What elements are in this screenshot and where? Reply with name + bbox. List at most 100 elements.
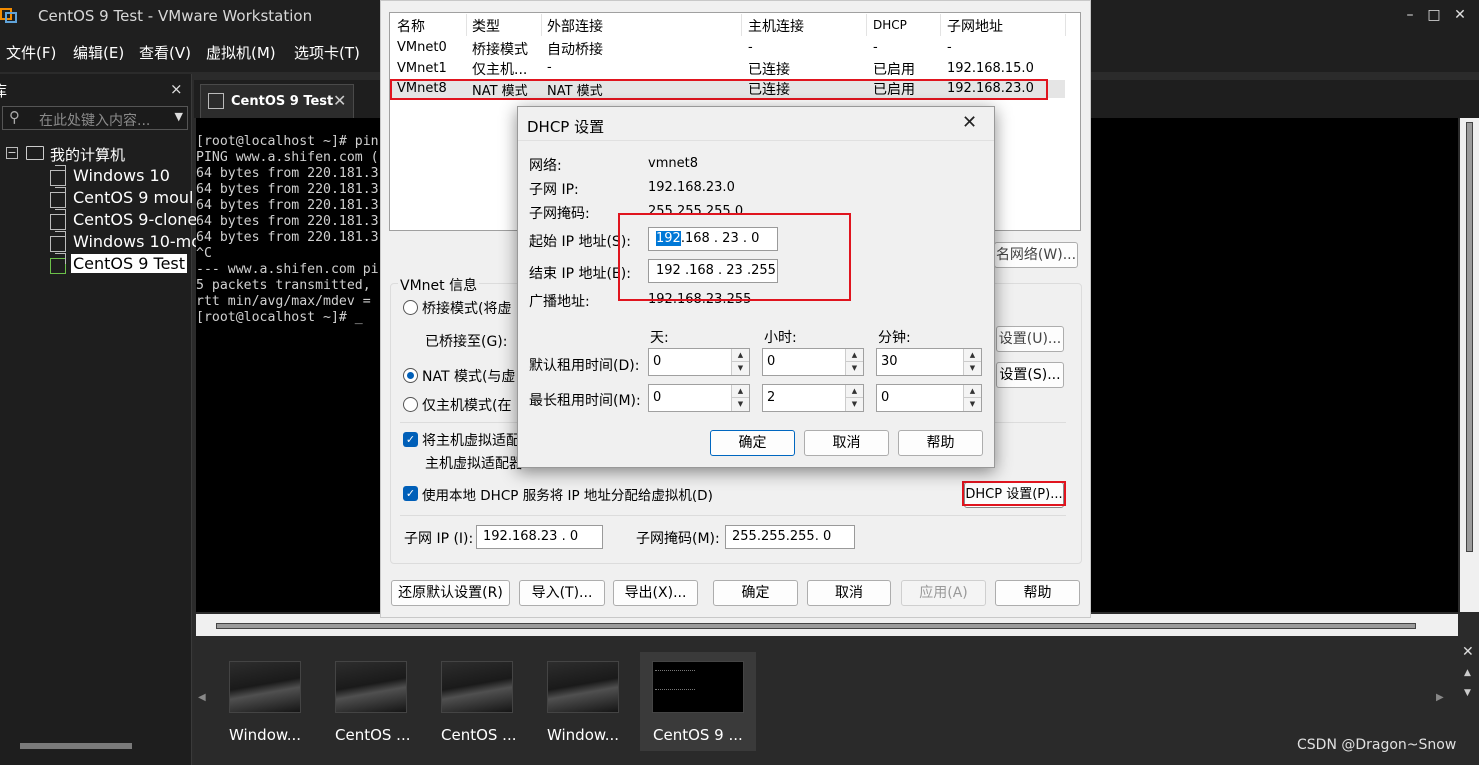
chevron-down-icon[interactable]: ▼ — [175, 110, 183, 123]
column-header-host[interactable]: 主机连接 — [748, 16, 804, 36]
max-lease-minutes-stepper[interactable]: 0 ▲ ▼ — [876, 384, 982, 412]
thumbbar-close-icon[interactable]: ✕ — [1462, 644, 1474, 660]
rename-network-button[interactable]: 名网络(W)... — [994, 242, 1078, 268]
library-search-input[interactable]: ⚲ 在此处键入内容... ▼ — [2, 106, 188, 130]
tree-root-my-computer[interactable]: 我的计算机 — [50, 144, 125, 165]
column-header-subnet[interactable]: 子网地址 — [947, 16, 1003, 36]
minimize-icon[interactable]: – — [1398, 4, 1422, 26]
vm-thumbnail[interactable] — [441, 661, 513, 713]
library-close-icon[interactable]: × — [170, 80, 183, 98]
tree-item-vm[interactable]: CentOS 9-clone — [73, 210, 197, 229]
default-lease-hours-stepper[interactable]: 0 ▲ ▼ — [762, 348, 864, 376]
table-cell[interactable]: 已启用 — [873, 59, 915, 79]
use-dhcp-checkbox[interactable]: ✓ — [403, 486, 418, 501]
close-icon[interactable]: ✕ — [1448, 4, 1472, 26]
console-vertical-scrollbar[interactable] — [1460, 118, 1479, 612]
column-header-name[interactable]: 名称 — [397, 16, 425, 36]
spin-up-icon: ▲ — [963, 349, 981, 362]
default-lease-days-stepper[interactable]: 0 ▲ ▼ — [648, 348, 750, 376]
days-header: 天: — [650, 330, 669, 346]
tab-centos-9-test[interactable]: CentOS 9 Test ✕ — [200, 84, 354, 118]
table-cell[interactable]: 自动桥接 — [547, 39, 603, 59]
max-lease-days-stepper[interactable]: 0 ▲ ▼ — [648, 384, 750, 412]
menu-tabs[interactable]: 选项卡(T) — [294, 42, 360, 63]
tree-collapse-icon[interactable]: − — [6, 147, 18, 159]
table-cell[interactable]: VMnet1 — [397, 61, 447, 76]
auto-settings-button[interactable]: 设置(U)... — [996, 326, 1064, 352]
table-cell[interactable]: 已连接 — [748, 59, 790, 79]
dhcp-close-icon[interactable]: ✕ — [962, 112, 977, 133]
dhcp-ok-button[interactable]: 确定 — [710, 430, 795, 456]
bridge-mode-radio[interactable] — [403, 300, 418, 315]
annotation-highlight-row — [390, 79, 1048, 100]
host-only-radio[interactable] — [403, 397, 418, 412]
table-cell[interactable]: 桥接模式 — [472, 39, 528, 59]
broadcast-label: 广播地址: — [529, 294, 590, 310]
tab-close-icon[interactable]: ✕ — [333, 91, 346, 110]
table-cell[interactable]: 仅主机... — [472, 59, 527, 79]
scroll-right-icon[interactable]: ▶ — [1436, 692, 1444, 703]
menu-edit[interactable]: 编辑(E) — [73, 42, 124, 63]
vm-thumbnail-label: CentOS 9 ... — [653, 726, 743, 744]
scroll-down-icon[interactable]: ▼ — [1464, 688, 1471, 698]
tree-item-vm[interactable]: Windows 10 — [73, 166, 170, 185]
connect-adapter-label[interactable]: 将主机虚拟适配 — [422, 430, 520, 450]
column-header-external[interactable]: 外部连接 — [547, 16, 603, 36]
vm-thumbnail[interactable] — [335, 661, 407, 713]
network-cancel-button[interactable]: 取消 — [807, 580, 891, 606]
column-header-dhcp[interactable]: DHCP — [873, 18, 907, 32]
maximize-icon[interactable]: □ — [1422, 4, 1446, 26]
library-title: 库 — [0, 80, 7, 101]
table-cell[interactable]: VMnet0 — [397, 40, 447, 55]
table-cell[interactable]: - — [947, 40, 952, 55]
annotation-highlight-ip-range — [618, 213, 851, 301]
nat-mode-radio[interactable] — [403, 368, 418, 383]
subnet-ip-field[interactable]: 192.168.23 . 0 — [476, 525, 603, 549]
network-help-button[interactable]: 帮助 — [995, 580, 1080, 606]
restore-defaults-button[interactable]: 还原默认设置(R) — [391, 580, 510, 606]
host-only-label[interactable]: 仅主机模式(在 — [422, 395, 511, 415]
dhcp-cancel-button[interactable]: 取消 — [804, 430, 889, 456]
menu-vm[interactable]: 虚拟机(M) — [206, 42, 276, 63]
table-cell[interactable]: 192.168.15.0 — [947, 61, 1034, 76]
tree-item-vm[interactable]: Windows 10-mo — [73, 232, 201, 251]
vmware-logo-icon — [0, 8, 17, 23]
table-cell[interactable]: - — [547, 60, 552, 75]
nat-mode-label[interactable]: NAT 模式(与虚 — [422, 366, 515, 386]
hours-header: 小时: — [764, 330, 797, 346]
spin-down-icon: ▼ — [731, 398, 749, 411]
tree-item-vm[interactable]: CentOS 9 moul — [73, 188, 194, 207]
table-cell[interactable]: - — [873, 40, 878, 55]
subnet-mask-field[interactable]: 255.255.255. 0 — [725, 525, 855, 549]
network-ok-button[interactable]: 确定 — [713, 580, 798, 606]
search-icon: ⚲ — [9, 108, 20, 126]
dhcp-help-button[interactable]: 帮助 — [898, 430, 983, 456]
subnet-ip-label: 子网 IP (I): — [404, 531, 474, 547]
max-lease-hours-stepper[interactable]: 2 ▲ ▼ — [762, 384, 864, 412]
table-cell[interactable]: - — [748, 40, 753, 55]
menu-file[interactable]: 文件(F) — [6, 42, 56, 63]
use-dhcp-label[interactable]: 使用本地 DHCP 服务将 IP 地址分配给虚拟机(D) — [422, 484, 713, 504]
library-scrollbar[interactable] — [20, 743, 132, 749]
scroll-up-icon[interactable]: ▲ — [1464, 668, 1471, 678]
tree-item-vm-selected[interactable]: CentOS 9 Test — [71, 254, 188, 273]
default-lease-minutes-stepper[interactable]: 30 ▲ ▼ — [876, 348, 982, 376]
connect-adapter-checkbox[interactable]: ✓ — [403, 432, 418, 447]
console-output: [root@localhost ~]# pin PING www.a.shifen… — [196, 134, 379, 325]
vm-thumbnail[interactable] — [547, 661, 619, 713]
bridge-mode-label[interactable]: 桥接模式(将虚 — [422, 298, 511, 318]
apply-button[interactable]: 应用(A) — [901, 580, 986, 606]
column-header-type[interactable]: 类型 — [472, 16, 500, 36]
scroll-left-icon[interactable]: ◀ — [198, 692, 206, 703]
vm-thumbnail[interactable] — [229, 661, 301, 713]
subnet-mask-label: 子网掩码(M): — [636, 531, 720, 547]
menu-view[interactable]: 查看(V) — [139, 42, 191, 63]
vm-thumbnail-active[interactable] — [652, 661, 744, 713]
end-ip-label: 结束 IP 地址(E): — [529, 266, 631, 282]
spin-down-icon: ▼ — [963, 398, 981, 411]
vm-thumbnail-label: CentOS ... — [441, 726, 517, 744]
nat-settings-button[interactable]: 设置(S)... — [996, 362, 1064, 388]
export-button[interactable]: 导出(X)... — [613, 580, 698, 606]
import-button[interactable]: 导入(T)... — [519, 580, 605, 606]
running-vm-icon — [50, 253, 66, 274]
